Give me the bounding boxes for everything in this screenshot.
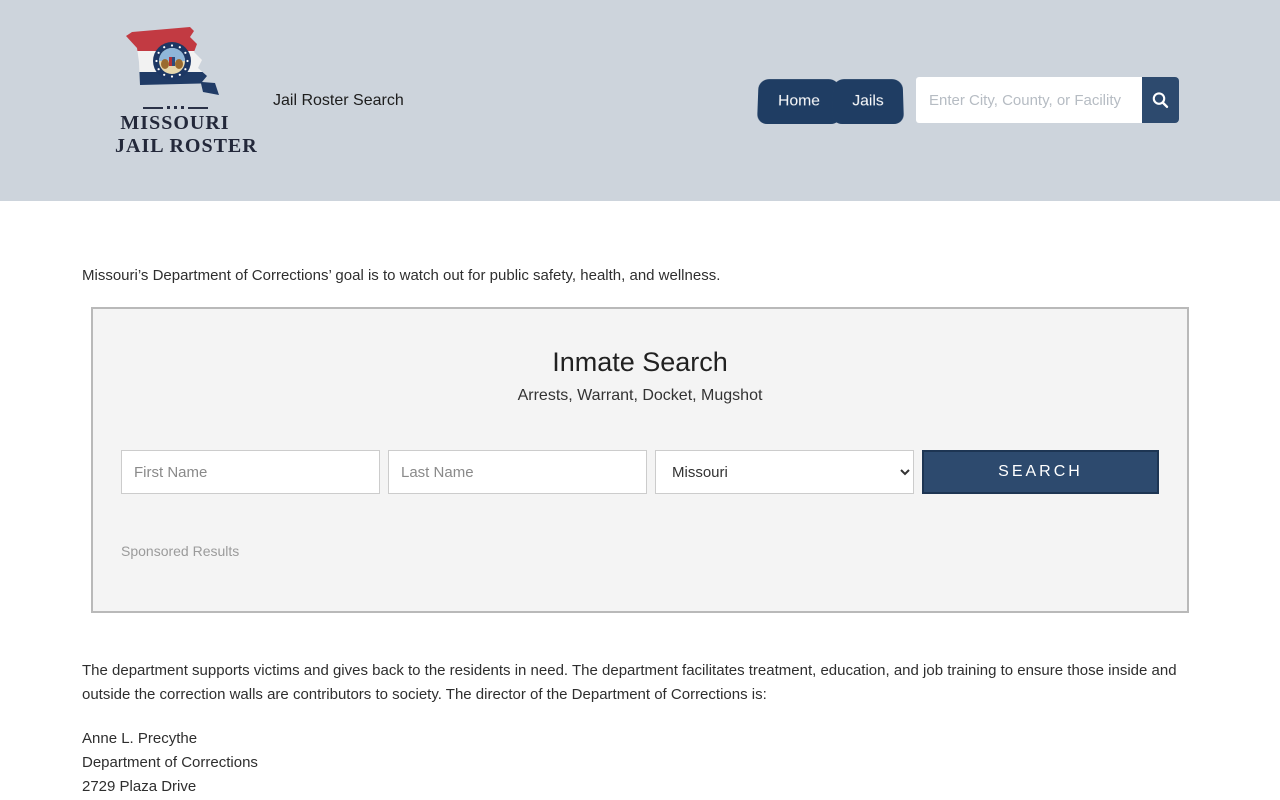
intro-text: Missouri’s Department of Corrections’ go… xyxy=(82,267,1198,284)
main-nav: Home Jails xyxy=(757,77,904,124)
logo-title-line1: MISSOURI xyxy=(115,112,235,135)
state-select[interactable]: Missouri xyxy=(655,450,914,494)
department-description: The department supports victims and give… xyxy=(82,659,1198,707)
facility-searchbar xyxy=(916,77,1179,123)
address-line-director: Anne L. Precythe xyxy=(82,727,1198,751)
facility-search-button[interactable] xyxy=(1142,77,1179,123)
last-name-input[interactable] xyxy=(388,450,647,494)
inmate-search-subtitle: Arrests, Warrant, Docket, Mugshot xyxy=(121,387,1159,405)
site-caption: Jail Roster Search xyxy=(273,92,404,110)
missouri-flag-map-icon xyxy=(119,24,231,102)
inmate-search-panel: Inmate Search Arrests, Warrant, Docket, … xyxy=(91,307,1189,613)
search-icon xyxy=(1150,90,1171,111)
address-line-street: 2729 Plaza Drive xyxy=(82,775,1198,799)
first-name-input[interactable] xyxy=(121,450,380,494)
site-header: MISSOURI JAIL ROSTER Jail Roster Search … xyxy=(0,0,1280,201)
facility-search-input[interactable] xyxy=(916,77,1142,123)
inmate-search-title: Inmate Search xyxy=(121,347,1159,378)
nav-tab-jails[interactable]: Jails xyxy=(832,79,904,124)
logo-divider xyxy=(115,106,235,109)
logo-title-line2: JAIL ROSTER xyxy=(115,135,235,158)
address-line-department: Department of Corrections xyxy=(82,751,1198,775)
site-logo[interactable]: MISSOURI JAIL ROSTER xyxy=(115,24,235,158)
address-block: Anne L. Precythe Department of Correctio… xyxy=(82,727,1198,800)
sponsored-results-label: Sponsored Results xyxy=(121,543,1159,559)
inmate-search-form: Missouri SEARCH xyxy=(121,450,1159,494)
inmate-search-button[interactable]: SEARCH xyxy=(922,450,1159,494)
main-content: Missouri’s Department of Corrections’ go… xyxy=(82,267,1198,800)
nav-tab-home[interactable]: Home xyxy=(757,79,841,124)
